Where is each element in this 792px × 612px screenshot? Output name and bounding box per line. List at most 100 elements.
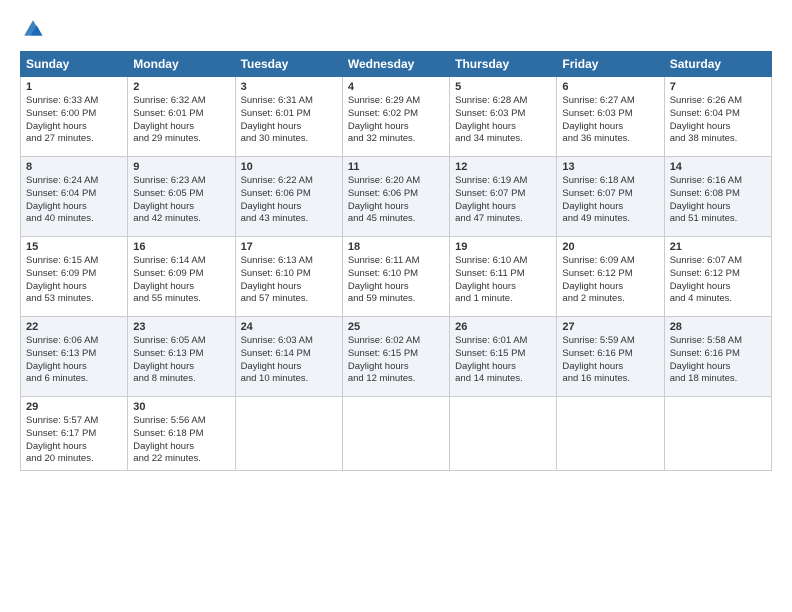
day-number: 21 — [670, 241, 766, 253]
day-info: Sunrise: 6:06 AMSunset: 6:13 PMDaylight … — [26, 335, 122, 386]
day-number: 14 — [670, 161, 766, 173]
day-info: Sunrise: 6:32 AMSunset: 6:01 PMDaylight … — [133, 95, 229, 146]
calendar-week-row: 22 Sunrise: 6:06 AMSunset: 6:13 PMDaylig… — [21, 317, 772, 397]
day-number: 5 — [455, 81, 551, 93]
day-info: Sunrise: 6:16 AMSunset: 6:08 PMDaylight … — [670, 175, 766, 226]
table-row: 1 Sunrise: 6:33 AMSunset: 6:00 PMDayligh… — [21, 77, 128, 157]
col-monday: Monday — [128, 52, 235, 77]
day-info: Sunrise: 5:58 AMSunset: 6:16 PMDaylight … — [670, 335, 766, 386]
day-info: Sunrise: 6:19 AMSunset: 6:07 PMDaylight … — [455, 175, 551, 226]
table-row: 10 Sunrise: 6:22 AMSunset: 6:06 PMDaylig… — [235, 157, 342, 237]
col-sunday: Sunday — [21, 52, 128, 77]
day-number: 25 — [348, 321, 444, 333]
table-row — [235, 397, 342, 471]
table-row: 8 Sunrise: 6:24 AMSunset: 6:04 PMDayligh… — [21, 157, 128, 237]
day-info: Sunrise: 6:01 AMSunset: 6:15 PMDaylight … — [455, 335, 551, 386]
day-info: Sunrise: 6:29 AMSunset: 6:02 PMDaylight … — [348, 95, 444, 146]
table-row: 14 Sunrise: 6:16 AMSunset: 6:08 PMDaylig… — [664, 157, 771, 237]
day-info: Sunrise: 6:31 AMSunset: 6:01 PMDaylight … — [241, 95, 337, 146]
table-row: 15 Sunrise: 6:15 AMSunset: 6:09 PMDaylig… — [21, 237, 128, 317]
table-row: 11 Sunrise: 6:20 AMSunset: 6:06 PMDaylig… — [342, 157, 449, 237]
table-row: 28 Sunrise: 5:58 AMSunset: 6:16 PMDaylig… — [664, 317, 771, 397]
day-info: Sunrise: 6:11 AMSunset: 6:10 PMDaylight … — [348, 255, 444, 306]
day-info: Sunrise: 6:20 AMSunset: 6:06 PMDaylight … — [348, 175, 444, 226]
table-row — [342, 397, 449, 471]
col-wednesday: Wednesday — [342, 52, 449, 77]
table-row: 27 Sunrise: 5:59 AMSunset: 6:16 PMDaylig… — [557, 317, 664, 397]
table-row: 4 Sunrise: 6:29 AMSunset: 6:02 PMDayligh… — [342, 77, 449, 157]
col-tuesday: Tuesday — [235, 52, 342, 77]
day-number: 22 — [26, 321, 122, 333]
col-saturday: Saturday — [664, 52, 771, 77]
table-row: 7 Sunrise: 6:26 AMSunset: 6:04 PMDayligh… — [664, 77, 771, 157]
table-row — [557, 397, 664, 471]
day-info: Sunrise: 5:57 AMSunset: 6:17 PMDaylight … — [26, 415, 122, 466]
table-row: 20 Sunrise: 6:09 AMSunset: 6:12 PMDaylig… — [557, 237, 664, 317]
logo-icon — [22, 18, 44, 40]
table-row: 2 Sunrise: 6:32 AMSunset: 6:01 PMDayligh… — [128, 77, 235, 157]
day-number: 27 — [562, 321, 658, 333]
table-row: 22 Sunrise: 6:06 AMSunset: 6:13 PMDaylig… — [21, 317, 128, 397]
day-number: 7 — [670, 81, 766, 93]
table-row: 12 Sunrise: 6:19 AMSunset: 6:07 PMDaylig… — [450, 157, 557, 237]
day-info: Sunrise: 6:24 AMSunset: 6:04 PMDaylight … — [26, 175, 122, 226]
day-number: 10 — [241, 161, 337, 173]
day-number: 23 — [133, 321, 229, 333]
day-info: Sunrise: 5:56 AMSunset: 6:18 PMDaylight … — [133, 415, 229, 466]
table-row: 18 Sunrise: 6:11 AMSunset: 6:10 PMDaylig… — [342, 237, 449, 317]
day-info: Sunrise: 6:07 AMSunset: 6:12 PMDaylight … — [670, 255, 766, 306]
day-number: 8 — [26, 161, 122, 173]
calendar-week-row: 15 Sunrise: 6:15 AMSunset: 6:09 PMDaylig… — [21, 237, 772, 317]
day-info: Sunrise: 6:13 AMSunset: 6:10 PMDaylight … — [241, 255, 337, 306]
table-row: 6 Sunrise: 6:27 AMSunset: 6:03 PMDayligh… — [557, 77, 664, 157]
table-row: 29 Sunrise: 5:57 AMSunset: 6:17 PMDaylig… — [21, 397, 128, 471]
calendar-table: Sunday Monday Tuesday Wednesday Thursday… — [20, 51, 772, 471]
calendar-week-row: 1 Sunrise: 6:33 AMSunset: 6:00 PMDayligh… — [21, 77, 772, 157]
day-number: 16 — [133, 241, 229, 253]
day-info: Sunrise: 6:28 AMSunset: 6:03 PMDaylight … — [455, 95, 551, 146]
day-info: Sunrise: 6:26 AMSunset: 6:04 PMDaylight … — [670, 95, 766, 146]
day-number: 13 — [562, 161, 658, 173]
col-thursday: Thursday — [450, 52, 557, 77]
day-info: Sunrise: 6:18 AMSunset: 6:07 PMDaylight … — [562, 175, 658, 226]
day-number: 26 — [455, 321, 551, 333]
day-number: 17 — [241, 241, 337, 253]
table-row: 5 Sunrise: 6:28 AMSunset: 6:03 PMDayligh… — [450, 77, 557, 157]
page: Sunday Monday Tuesday Wednesday Thursday… — [0, 0, 792, 481]
day-number: 28 — [670, 321, 766, 333]
day-number: 9 — [133, 161, 229, 173]
calendar-header-row: Sunday Monday Tuesday Wednesday Thursday… — [21, 52, 772, 77]
day-number: 6 — [562, 81, 658, 93]
day-number: 4 — [348, 81, 444, 93]
table-row: 30 Sunrise: 5:56 AMSunset: 6:18 PMDaylig… — [128, 397, 235, 471]
day-info: Sunrise: 6:09 AMSunset: 6:12 PMDaylight … — [562, 255, 658, 306]
table-row: 17 Sunrise: 6:13 AMSunset: 6:10 PMDaylig… — [235, 237, 342, 317]
table-row: 3 Sunrise: 6:31 AMSunset: 6:01 PMDayligh… — [235, 77, 342, 157]
table-row: 9 Sunrise: 6:23 AMSunset: 6:05 PMDayligh… — [128, 157, 235, 237]
day-info: Sunrise: 6:05 AMSunset: 6:13 PMDaylight … — [133, 335, 229, 386]
day-number: 1 — [26, 81, 122, 93]
table-row: 26 Sunrise: 6:01 AMSunset: 6:15 PMDaylig… — [450, 317, 557, 397]
day-info: Sunrise: 6:33 AMSunset: 6:00 PMDaylight … — [26, 95, 122, 146]
day-number: 12 — [455, 161, 551, 173]
day-number: 24 — [241, 321, 337, 333]
day-number: 19 — [455, 241, 551, 253]
day-number: 29 — [26, 401, 122, 413]
calendar-week-row: 8 Sunrise: 6:24 AMSunset: 6:04 PMDayligh… — [21, 157, 772, 237]
table-row: 13 Sunrise: 6:18 AMSunset: 6:07 PMDaylig… — [557, 157, 664, 237]
table-row: 23 Sunrise: 6:05 AMSunset: 6:13 PMDaylig… — [128, 317, 235, 397]
table-row: 24 Sunrise: 6:03 AMSunset: 6:14 PMDaylig… — [235, 317, 342, 397]
calendar-week-row: 29 Sunrise: 5:57 AMSunset: 6:17 PMDaylig… — [21, 397, 772, 471]
day-info: Sunrise: 6:02 AMSunset: 6:15 PMDaylight … — [348, 335, 444, 386]
header — [20, 18, 772, 45]
day-number: 2 — [133, 81, 229, 93]
day-number: 11 — [348, 161, 444, 173]
table-row — [664, 397, 771, 471]
day-info: Sunrise: 6:10 AMSunset: 6:11 PMDaylight … — [455, 255, 551, 306]
day-number: 18 — [348, 241, 444, 253]
day-info: Sunrise: 6:14 AMSunset: 6:09 PMDaylight … — [133, 255, 229, 306]
day-number: 20 — [562, 241, 658, 253]
day-info: Sunrise: 6:27 AMSunset: 6:03 PMDaylight … — [562, 95, 658, 146]
col-friday: Friday — [557, 52, 664, 77]
table-row: 16 Sunrise: 6:14 AMSunset: 6:09 PMDaylig… — [128, 237, 235, 317]
